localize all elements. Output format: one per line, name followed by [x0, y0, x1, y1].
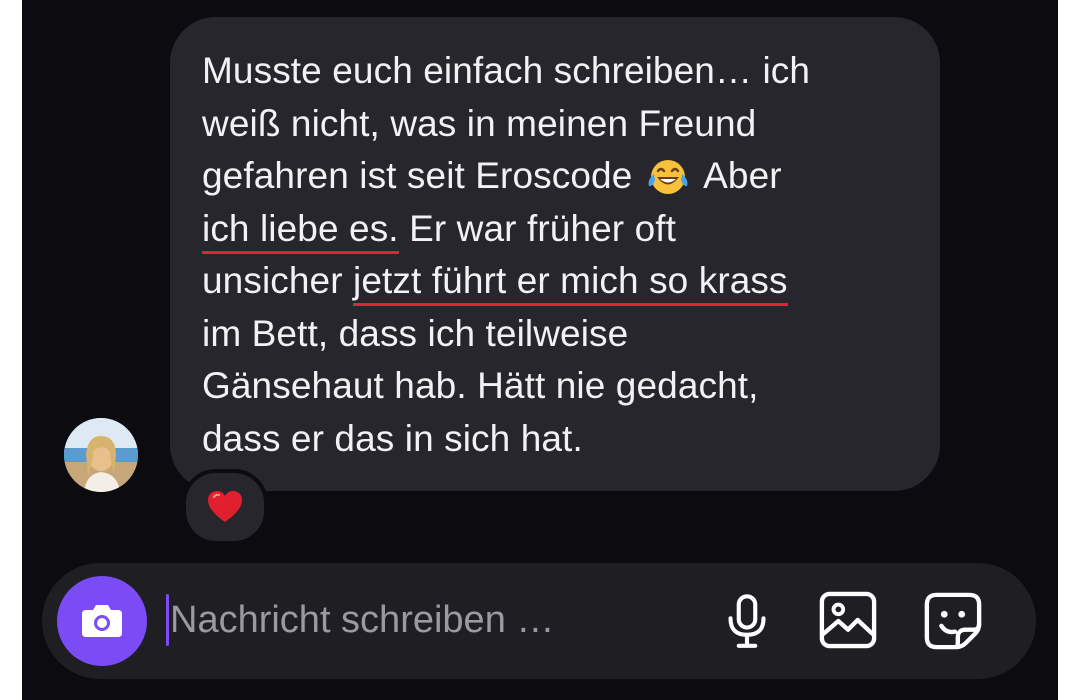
gallery-button[interactable] — [816, 588, 880, 652]
message-text-segment: Aber — [694, 155, 782, 196]
message-line: Musste euch einfach schreiben… ich — [202, 45, 908, 98]
microphone-icon — [728, 594, 766, 648]
red-heart-icon — [208, 491, 242, 522]
message-text-segment: Gänsehaut hab. Hätt nie gedacht, — [202, 365, 759, 406]
message-line: gefahren ist seit Eroscode Aber — [202, 150, 908, 203]
message-line: dass er das in sich hat. — [202, 413, 908, 466]
message-text-segment: im Bett, dass ich teilweise — [202, 312, 629, 354]
highlighted-text: jetzt führt er mich so krass — [353, 259, 788, 306]
sticker-icon — [924, 592, 982, 650]
message-reaction[interactable] — [182, 469, 268, 545]
sticker-button[interactable] — [920, 588, 986, 654]
face-with-tears-of-joy-icon — [648, 160, 688, 194]
gallery-icon — [819, 591, 877, 649]
message-text-segment: Er war früher oft — [398, 207, 677, 249]
highlighted-text: ich liebe es. — [202, 207, 399, 254]
message-text-segment: weiß nicht, was in meinen Freund — [202, 102, 757, 144]
message-text: Musste euch einfach schreiben… ich weiß … — [202, 45, 908, 465]
message-text-segment: unsicher — [202, 260, 354, 301]
message-text-segment: gefahren ist seit Eroscode — [202, 155, 643, 196]
text-caret — [166, 594, 169, 646]
message-input[interactable] — [170, 594, 690, 646]
message-text-segment: dass er das in sich hat. — [202, 417, 583, 459]
message-line: Gänsehaut hab. Hätt nie gedacht, — [202, 360, 908, 413]
sender-avatar[interactable] — [64, 418, 138, 492]
message-line: weiß nicht, was in meinen Freund — [202, 98, 908, 151]
message-line: ich liebe es. Er war früher oft — [202, 203, 908, 256]
incoming-message-bubble[interactable]: Musste euch einfach schreiben… ich weiß … — [170, 17, 940, 491]
microphone-button[interactable] — [716, 588, 778, 656]
message-line: im Bett, dass ich teilweise — [202, 308, 908, 361]
message-line: unsicher jetzt führt er mich so krass — [202, 255, 908, 308]
message-text-segment: Musste euch einfach schreiben… ich — [202, 50, 811, 91]
camera-button[interactable] — [57, 576, 147, 666]
avatar-photo — [64, 418, 138, 492]
camera-icon — [82, 605, 122, 637]
